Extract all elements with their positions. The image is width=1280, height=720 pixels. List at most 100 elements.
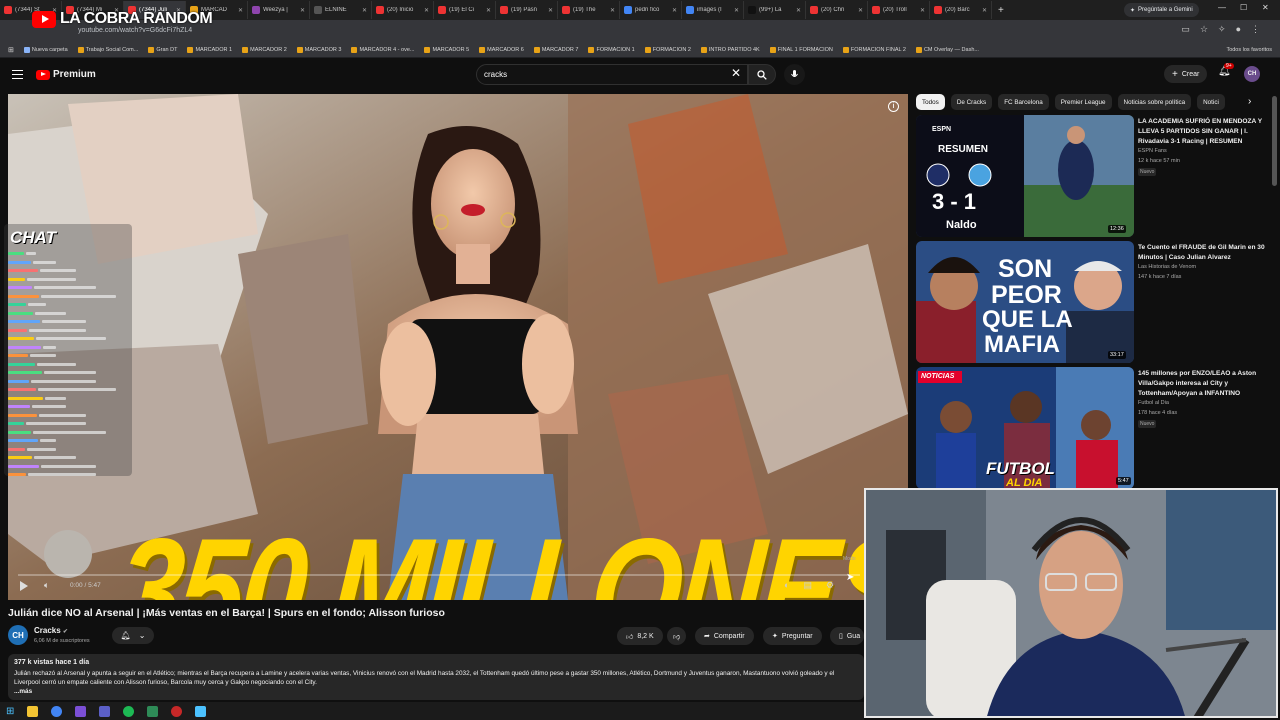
bookmark-item[interactable]: MARCADOR 2 xyxy=(242,46,287,53)
clear-search-icon[interactable]: ✕ xyxy=(731,66,741,80)
tab-close-icon[interactable]: ✕ xyxy=(548,7,553,14)
cast-icon[interactable]: ▭ xyxy=(1181,24,1190,35)
discord-icon[interactable] xyxy=(99,705,111,717)
rec-channel[interactable]: ESPN Fans xyxy=(1138,148,1268,154)
tab-close-icon[interactable]: ✕ xyxy=(424,7,429,14)
tab-close-icon[interactable]: ✕ xyxy=(982,7,987,14)
bookmark-item[interactable]: MARCADOR 3 xyxy=(296,46,341,53)
bookmark-item[interactable]: CM Overlay — Dash... xyxy=(915,46,979,53)
browser-tab[interactable]: (99+) La ✕ xyxy=(744,1,806,19)
spotify-icon[interactable] xyxy=(123,705,135,717)
ask-button[interactable]: ✦ Preguntar xyxy=(763,627,822,645)
tab-close-icon[interactable]: ✕ xyxy=(920,7,925,14)
minimize-icon[interactable]: — xyxy=(1218,3,1226,12)
rec-title[interactable]: 145 millones por ENZO/LEAO a Aston Villa… xyxy=(1138,369,1268,399)
filter-chip[interactable]: FC Barcelona xyxy=(998,94,1049,110)
tab-close-icon[interactable]: ✕ xyxy=(300,7,305,14)
app-icon[interactable] xyxy=(195,705,207,717)
browser-tab[interactable]: (19) El Ci ✕ xyxy=(434,1,496,19)
tab-close-icon[interactable]: ✕ xyxy=(734,7,739,14)
rec-channel[interactable]: Las Historias de Venom xyxy=(1138,264,1268,270)
tab-close-icon[interactable]: ✕ xyxy=(858,7,863,14)
filter-chip[interactable]: Todos xyxy=(916,94,945,110)
tab-close-icon[interactable]: ✕ xyxy=(238,7,243,14)
hamburger-menu-icon[interactable] xyxy=(12,70,23,79)
tab-close-icon[interactable]: ✕ xyxy=(672,7,677,14)
profile-icon[interactable]: ● xyxy=(1236,24,1241,35)
rec-title[interactable]: Te Cuento el FRAUDE de Gil Marin en 30 M… xyxy=(1138,243,1268,263)
browser-tab[interactable]: pedri fico ✕ xyxy=(620,1,682,19)
bookmark-item[interactable]: MARCADOR 4 - ove... xyxy=(351,46,414,53)
browser-tab[interactable]: ELNINE ✕ xyxy=(310,1,372,19)
progress-bar[interactable] xyxy=(18,574,860,576)
apps-icon[interactable]: ⊞ xyxy=(8,46,14,54)
filter-chip[interactable]: Noticias sobre política xyxy=(1117,94,1192,110)
account-avatar[interactable]: CH xyxy=(1244,66,1260,82)
windows-start-icon[interactable]: ⊞ xyxy=(6,706,14,717)
subscription-bell-button[interactable]: 🔔︎ ⌄ xyxy=(112,627,154,644)
tab-close-icon[interactable]: ✕ xyxy=(486,7,491,14)
filter-chip[interactable]: Premier League xyxy=(1054,94,1112,110)
browser-tab[interactable]: (20) Troll ✕ xyxy=(868,1,930,19)
bookmark-item[interactable]: MARCADOR 1 xyxy=(187,46,232,53)
video-thumbnail[interactable]: SON PEOR QUE LA MAFIA 33:17 xyxy=(916,241,1134,363)
info-icon[interactable]: i xyxy=(888,101,899,112)
share-button[interactable]: ➦ Compartir xyxy=(695,627,754,645)
settings-gear-icon[interactable]: ⚙ xyxy=(826,580,834,591)
gemini-button[interactable]: ✦ Pregúntale a Gemini xyxy=(1124,3,1199,17)
close-window-icon[interactable]: ✕ xyxy=(1262,3,1269,12)
kebab-menu-icon[interactable]: ⋮ xyxy=(1251,24,1260,35)
browser-tab[interactable]: (19) The ✕ xyxy=(558,1,620,19)
browser-tab[interactable]: (19) Pasn ✕ xyxy=(496,1,558,19)
recommended-video[interactable]: SON PEOR QUE LA MAFIA 33:17 Te Cuento el… xyxy=(916,241,1276,363)
show-more-link[interactable]: ...más xyxy=(14,688,32,695)
like-button[interactable]: 👍︎ 8,2 K xyxy=(617,627,663,645)
filter-chip[interactable]: De Cracks xyxy=(950,94,993,110)
dislike-button[interactable]: 👎︎ xyxy=(667,627,687,645)
video-thumbnail[interactable]: RESUMEN 3 - 1 Naldo ESPN 12:36 xyxy=(916,115,1134,237)
bookmark-item[interactable]: INTRO PARTIDO 4K xyxy=(700,46,760,53)
autoplay-toggle-icon[interactable]: ◐ xyxy=(784,580,789,591)
voice-search-button[interactable] xyxy=(784,64,805,85)
chrome-icon[interactable] xyxy=(51,705,63,717)
tab-close-icon[interactable]: ✕ xyxy=(610,7,615,14)
recommended-video[interactable]: RESUMEN 3 - 1 Naldo ESPN 12:36 LA ACADEM… xyxy=(916,115,1276,237)
search-input[interactable] xyxy=(484,67,724,81)
channel-avatar[interactable]: CH xyxy=(8,625,28,645)
extensions-icon[interactable]: ✧ xyxy=(1218,24,1226,35)
create-button[interactable]: + Crear xyxy=(1164,65,1208,83)
video-thumbnail[interactable]: NOTICIAS FUTBOL AL DIA 5:47 xyxy=(916,367,1134,489)
bookmark-item[interactable]: FORMACION 2 xyxy=(644,46,691,53)
bookmark-item[interactable]: MARCADOR 6 xyxy=(479,46,524,53)
tab-close-icon[interactable]: ✕ xyxy=(362,7,367,14)
browser-tab[interactable]: (20) Inicio ✕ xyxy=(372,1,434,19)
star-icon[interactable]: ☆ xyxy=(1200,24,1208,35)
video-player[interactable]: 350 MILLONES xyxy=(8,94,908,600)
volume-icon[interactable]: 🔈︎ xyxy=(44,580,49,591)
recommended-video[interactable]: NOTICIAS FUTBOL AL DIA 5:47 145 millones… xyxy=(916,367,1276,489)
play-icon[interactable] xyxy=(20,581,28,591)
bookmark-item[interactable]: Trabajo Social Com... xyxy=(77,46,138,53)
maximize-icon[interactable]: ☐ xyxy=(1240,3,1247,12)
browser-tab[interactable]: (20) Chri ✕ xyxy=(806,1,868,19)
bookmark-item[interactable]: Nueva carpeta xyxy=(23,46,68,53)
rec-channel[interactable]: Futbol al Dia xyxy=(1138,400,1268,406)
all-bookmarks[interactable]: Todos los favoritos xyxy=(1226,47,1272,53)
new-tab-icon[interactable]: + xyxy=(998,5,1004,16)
file-explorer-icon[interactable] xyxy=(27,705,39,717)
bookmark-item[interactable]: FORMACION FINAL 2 xyxy=(842,46,906,53)
save-button[interactable]: ▯ Gua xyxy=(830,627,864,645)
search-button[interactable] xyxy=(748,64,776,85)
youtube-premium-logo[interactable]: Premium xyxy=(36,69,96,80)
chevron-right-icon[interactable]: › xyxy=(1248,96,1251,107)
browser-tab[interactable]: (20) Barc ✕ xyxy=(930,1,992,19)
rec-title[interactable]: LA ACADEMIA SUFRIÓ EN MENDOZA Y LLEVA 5 … xyxy=(1138,117,1268,147)
bookmark-item[interactable]: MARCADOR 7 xyxy=(533,46,578,53)
channel-name[interactable]: Cracks ✔ xyxy=(34,626,68,635)
filter-chip[interactable]: Notici xyxy=(1197,94,1225,110)
browser-tab[interactable]: images (I ✕ xyxy=(682,1,744,19)
bookmark-item[interactable]: FORMACION 1 xyxy=(588,46,635,53)
browser-tab[interactable]: Weezya | ✕ xyxy=(248,1,310,19)
whatsapp-icon[interactable] xyxy=(147,705,159,717)
bookmark-item[interactable]: Gran DT xyxy=(148,46,177,53)
